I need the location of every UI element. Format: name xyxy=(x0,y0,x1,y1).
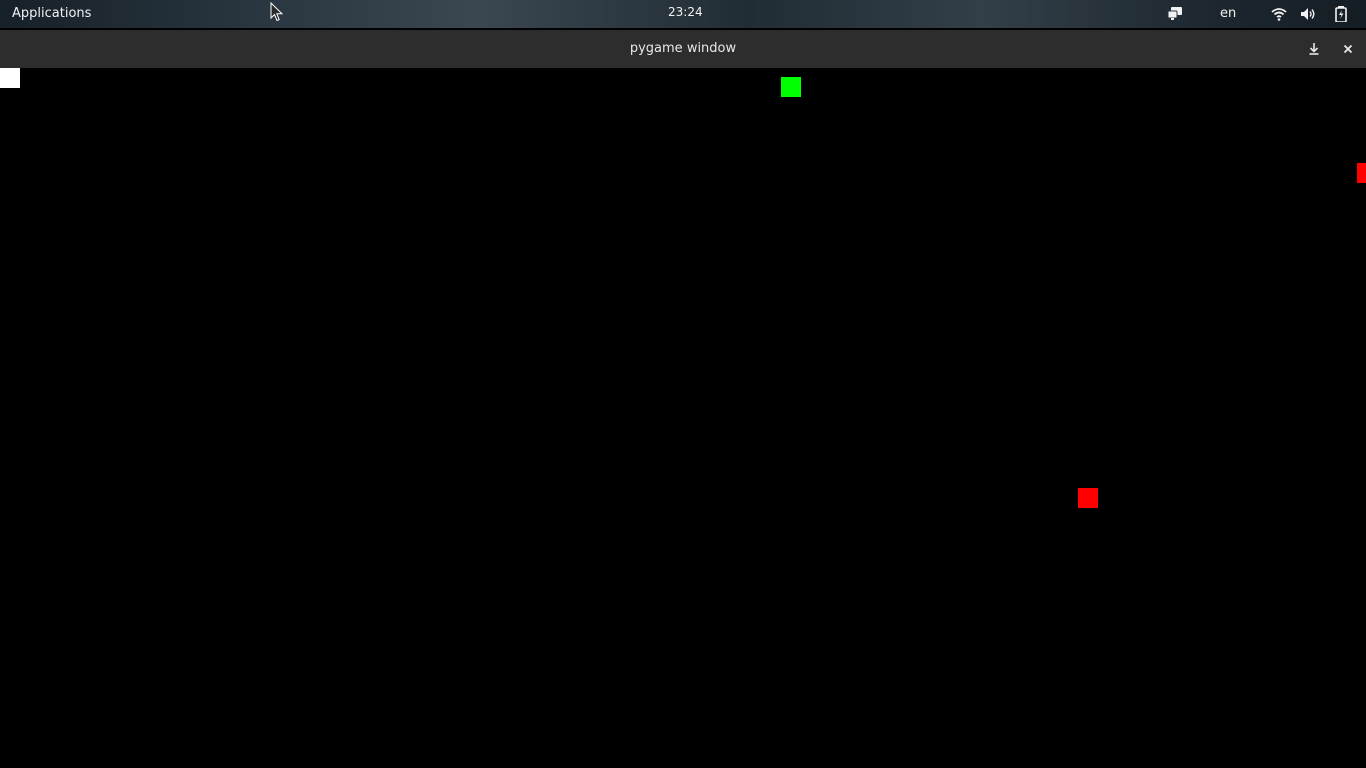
player-white-square xyxy=(0,68,20,88)
top-panel: Applications 23:24 en xyxy=(0,0,1366,28)
window-title: pygame window xyxy=(629,41,737,56)
red-square xyxy=(1078,488,1098,508)
game-canvas[interactable] xyxy=(0,68,1366,768)
green-square xyxy=(781,77,801,97)
close-icon[interactable] xyxy=(1340,41,1356,57)
battery-icon[interactable] xyxy=(1333,6,1349,23)
applications-menu[interactable]: Applications xyxy=(12,6,91,21)
window-titlebar[interactable]: pygame window xyxy=(0,30,1366,69)
mouse-pointer-icon xyxy=(270,1,284,26)
red-square-edge xyxy=(1357,163,1366,183)
wifi-icon[interactable] xyxy=(1271,6,1287,22)
language-indicator[interactable]: en xyxy=(1220,6,1236,21)
volume-icon[interactable] xyxy=(1300,6,1316,22)
download-icon[interactable] xyxy=(1306,41,1322,57)
display-icon[interactable] xyxy=(1167,6,1183,22)
clock[interactable]: 23:24 xyxy=(668,5,703,19)
